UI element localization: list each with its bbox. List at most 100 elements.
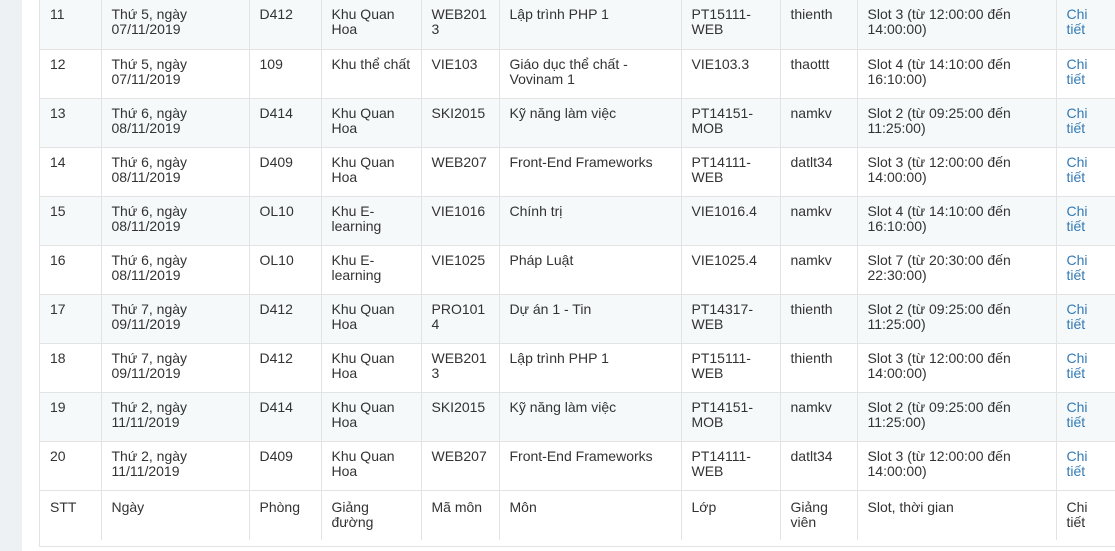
cell-slot: Slot 4 (từ 14:10:00 đến 16:10:00) [857,49,1057,99]
schedule-table: 11 Thứ 5, ngày 07/11/2019 D412 Khu Quan … [40,0,1115,540]
cell-course-name: Lập trình PHP 1 [499,0,682,50]
cell-date: Thứ 7, ngày 09/11/2019 [101,294,250,344]
cell-course-name: Lập trình PHP 1 [499,343,682,393]
table-row: 18 Thứ 7, ngày 09/11/2019 D412 Khu Quan … [40,343,1115,393]
cell-lecturer: namkv [780,245,858,295]
cell-room: D414 [249,392,322,442]
cell-building: Khu Quan Hoa [321,147,422,197]
cell-class: PT14317-WEB [681,294,781,344]
cell-stt: 13 [40,98,102,148]
cell-date: Thứ 6, ngày 08/11/2019 [101,98,250,148]
cell-slot: Slot 3 (từ 12:00:00 đến 14:00:00) [857,147,1057,197]
schedule-table-container: 11 Thứ 5, ngày 07/11/2019 D412 Khu Quan … [39,0,1115,547]
cell-stt: 19 [40,392,102,442]
detail-link[interactable]: Chi tiết [1067,350,1088,381]
cell-class: PT15111-WEB [681,343,781,393]
cell-detail: Chi tiết [1056,147,1115,197]
header-slot: Slot, thời gian [857,490,1057,540]
schedule-table-body: 11 Thứ 5, ngày 07/11/2019 D412 Khu Quan … [40,0,1115,491]
cell-course-name: Front-End Frameworks [499,441,682,491]
cell-building: Khu E-learning [321,245,422,295]
table-row: 13 Thứ 6, ngày 08/11/2019 D414 Khu Quan … [40,98,1115,148]
cell-building: Khu Quan Hoa [321,294,422,344]
cell-date: Thứ 6, ngày 08/11/2019 [101,245,250,295]
cell-course-code: SKI2015 [421,98,500,148]
cell-course-code: VIE1016 [421,196,500,246]
cell-class: VIE1016.4 [681,196,781,246]
cell-course-code: WEB207 [421,147,500,197]
header-date: Ngày [101,490,250,540]
cell-slot: Slot 2 (từ 09:25:00 đến 11:25:00) [857,98,1057,148]
cell-lecturer: namkv [780,98,858,148]
cell-detail: Chi tiết [1056,49,1115,99]
cell-class: PT14151-MOB [681,392,781,442]
header-lecturer: Giảng viên [780,490,858,540]
table-row: 16 Thứ 6, ngày 08/11/2019 OL10 Khu E-lea… [40,245,1115,295]
cell-stt: 20 [40,441,102,491]
header-building: Giảng đường [321,490,422,540]
cell-slot: Slot 3 (từ 12:00:00 đến 14:00:00) [857,343,1057,393]
cell-lecturer: datlt34 [780,147,858,197]
table-row: 17 Thứ 7, ngày 09/11/2019 D412 Khu Quan … [40,294,1115,344]
header-room: Phòng [249,490,322,540]
cell-class: PT14111-WEB [681,147,781,197]
cell-stt: 17 [40,294,102,344]
cell-detail: Chi tiết [1056,392,1115,442]
cell-course-code: VIE1025 [421,245,500,295]
cell-room: OL10 [249,245,322,295]
header-course-name: Môn [499,490,682,540]
cell-stt: 14 [40,147,102,197]
cell-course-code: WEB2013 [421,343,500,393]
cell-date: Thứ 2, ngày 11/11/2019 [101,392,250,442]
cell-detail: Chi tiết [1056,294,1115,344]
table-row: 19 Thứ 2, ngày 11/11/2019 D414 Khu Quan … [40,392,1115,442]
cell-room: D414 [249,98,322,148]
cell-class: PT14111-WEB [681,441,781,491]
cell-course-code: PRO1014 [421,294,500,344]
table-row: 14 Thứ 6, ngày 08/11/2019 D409 Khu Quan … [40,147,1115,197]
header-class: Lớp [681,490,781,540]
header-course-code: Mã môn [421,490,500,540]
left-sidebar-edge [0,0,22,551]
detail-link[interactable]: Chi tiết [1067,448,1088,479]
table-row: 11 Thứ 5, ngày 07/11/2019 D412 Khu Quan … [40,0,1115,50]
cell-class: VIE103.3 [681,49,781,99]
table-row: 20 Thứ 2, ngày 11/11/2019 D409 Khu Quan … [40,441,1115,491]
cell-course-code: WEB2013 [421,0,500,50]
cell-course-name: Giáo dục thể chất - Vovinam 1 [499,49,682,99]
cell-slot: Slot 3 (từ 12:00:00 đến 14:00:00) [857,0,1057,50]
cell-slot: Slot 3 (từ 12:00:00 đến 14:00:00) [857,441,1057,491]
cell-building: Khu Quan Hoa [321,0,422,50]
cell-date: Thứ 6, ngày 08/11/2019 [101,196,250,246]
cell-date: Thứ 7, ngày 09/11/2019 [101,343,250,393]
detail-link[interactable]: Chi tiết [1067,399,1088,430]
cell-room: D412 [249,294,322,344]
cell-lecturer: namkv [780,392,858,442]
detail-link[interactable]: Chi tiết [1067,56,1088,87]
cell-room: D412 [249,0,322,50]
cell-lecturer: thienth [780,343,858,393]
detail-link[interactable]: Chi tiết [1067,203,1088,234]
cell-room: OL10 [249,196,322,246]
cell-date: Thứ 6, ngày 08/11/2019 [101,147,250,197]
cell-course-code: VIE103 [421,49,500,99]
detail-link[interactable]: Chi tiết [1067,252,1088,283]
cell-date: Thứ 5, ngày 07/11/2019 [101,0,250,50]
cell-detail: Chi tiết [1056,441,1115,491]
cell-building: Khu Quan Hoa [321,441,422,491]
detail-link[interactable]: Chi tiết [1067,105,1088,136]
cell-detail: Chi tiết [1056,0,1115,50]
header-detail: Chi tiết [1056,490,1115,540]
cell-slot: Slot 7 (từ 20:30:00 đến 22:30:00) [857,245,1057,295]
cell-class: PT15111-WEB [681,0,781,50]
detail-link[interactable]: Chi tiết [1067,6,1088,37]
cell-detail: Chi tiết [1056,343,1115,393]
cell-slot: Slot 2 (từ 09:25:00 đến 11:25:00) [857,294,1057,344]
detail-link[interactable]: Chi tiết [1067,154,1088,185]
cell-stt: 15 [40,196,102,246]
detail-link[interactable]: Chi tiết [1067,301,1088,332]
cell-date: Thứ 2, ngày 11/11/2019 [101,441,250,491]
cell-detail: Chi tiết [1056,98,1115,148]
cell-lecturer: thienth [780,0,858,50]
cell-course-code: WEB207 [421,441,500,491]
